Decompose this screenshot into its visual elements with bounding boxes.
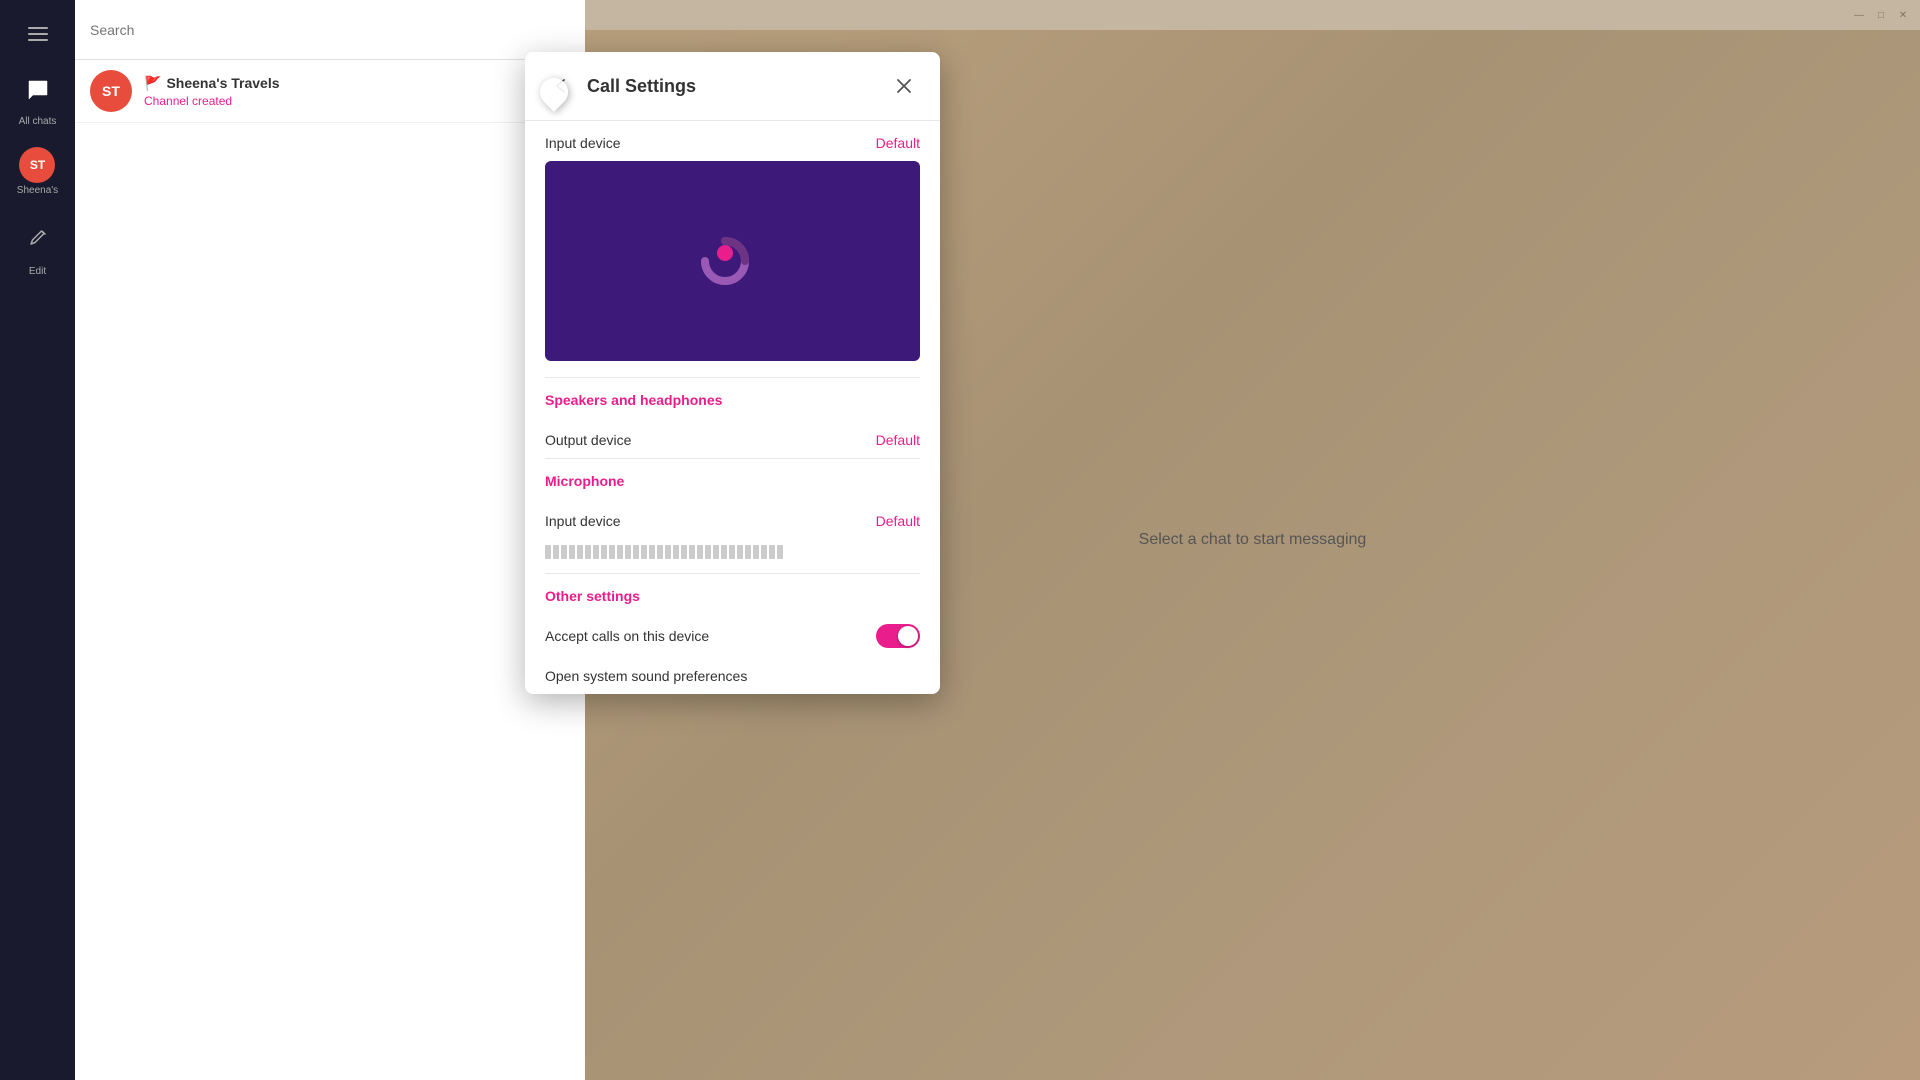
sidebar-sheenas[interactable]: ST Sheena's [17, 147, 58, 196]
channel-name-text: Sheena's Travels [166, 75, 279, 91]
chat-item[interactable]: ST 🚩 Sheena's Travels Channel created [75, 60, 585, 123]
chat-preview: Channel created [144, 94, 570, 108]
modal-header: Call Settings [525, 52, 940, 121]
open-sound-prefs-label[interactable]: Open system sound preferences [545, 668, 747, 684]
microphone-section-heading: Microphone [525, 459, 940, 499]
sidebar-all-chats[interactable]: All chats [18, 66, 58, 127]
mic-bar-4 [569, 545, 575, 559]
output-device-value[interactable]: Default [876, 432, 920, 448]
mic-bar-7 [593, 545, 599, 559]
input-device-label: Input device [545, 135, 621, 151]
output-device-label: Output device [545, 432, 631, 448]
other-settings-section-heading: Other settings [525, 574, 940, 614]
mic-bar-30 [777, 545, 783, 559]
mic-bar-10 [617, 545, 623, 559]
sidebar-edit-icon [18, 220, 58, 260]
chat-info: 🚩 Sheena's Travels Channel created [144, 75, 570, 108]
search-bar [75, 0, 585, 60]
sidebar: All chats ST Sheena's Edit [0, 0, 75, 1080]
mic-bar-23 [721, 545, 727, 559]
mic-bar-21 [705, 545, 711, 559]
mic-bar-11 [625, 545, 631, 559]
chat-name: 🚩 Sheena's Travels [144, 75, 570, 92]
microphone-meter [525, 539, 940, 573]
mic-bar-14 [649, 545, 655, 559]
mic-bar-25 [737, 545, 743, 559]
mic-bar-15 [657, 545, 663, 559]
modal-close-button[interactable] [888, 70, 920, 102]
mic-bar-17 [673, 545, 679, 559]
accept-calls-row: Accept calls on this device [525, 614, 940, 658]
accept-calls-toggle[interactable] [876, 624, 920, 648]
mic-bar-24 [729, 545, 735, 559]
teams-logo-spinner [693, 221, 773, 301]
mic-bar-6 [585, 545, 591, 559]
input-device-row: Input device Default [525, 121, 940, 161]
sidebar-menu-icon[interactable] [18, 14, 58, 54]
mic-input-device-row: Input device Default [525, 499, 940, 539]
sidebar-all-chats-label: All chats [19, 116, 57, 127]
speakers-section-heading: Speakers and headphones [525, 378, 940, 418]
mic-bar-28 [761, 545, 767, 559]
input-device-value[interactable]: Default [876, 135, 920, 151]
mic-bar-1 [545, 545, 551, 559]
modal-body: Input device Default Speakers and headph… [525, 121, 940, 694]
sidebar-edit[interactable]: Edit [18, 216, 58, 277]
left-panel: ST 🚩 Sheena's Travels Channel created [75, 0, 585, 1080]
mic-input-value[interactable]: Default [876, 513, 920, 529]
open-sound-prefs-row[interactable]: Open system sound preferences [525, 658, 940, 694]
mic-bar-2 [553, 545, 559, 559]
modal-title: Call Settings [587, 76, 888, 97]
mic-input-label: Input device [545, 513, 621, 529]
accept-calls-label: Accept calls on this device [545, 628, 709, 644]
channel-flag-icon: 🚩 [144, 75, 161, 92]
mic-bar-26 [745, 545, 751, 559]
mic-bar-9 [609, 545, 615, 559]
mic-bar-29 [769, 545, 775, 559]
call-settings-modal: Call Settings Input device Default [525, 52, 940, 694]
mic-bar-19 [689, 545, 695, 559]
camera-preview [545, 161, 920, 361]
output-device-row: Output device Default [525, 418, 940, 458]
sidebar-chat-icon [18, 70, 58, 110]
toggle-knob [898, 626, 918, 646]
mic-bar-18 [681, 545, 687, 559]
sidebar-edit-label: Edit [29, 266, 46, 277]
sidebar-sheenas-label: Sheena's [17, 185, 58, 196]
empty-state-message: Select a chat to start messaging [1139, 531, 1367, 549]
mic-bar-20 [697, 545, 703, 559]
mic-bar-8 [601, 545, 607, 559]
mic-bar-13 [641, 545, 647, 559]
mic-bar-16 [665, 545, 671, 559]
mic-bar-5 [577, 545, 583, 559]
mic-bar-22 [713, 545, 719, 559]
avatar: ST [90, 70, 132, 112]
mic-bar-12 [633, 545, 639, 559]
mic-bar-27 [753, 545, 759, 559]
search-input[interactable] [90, 22, 570, 38]
mic-bar-3 [561, 545, 567, 559]
sidebar-avatar: ST [19, 147, 55, 183]
